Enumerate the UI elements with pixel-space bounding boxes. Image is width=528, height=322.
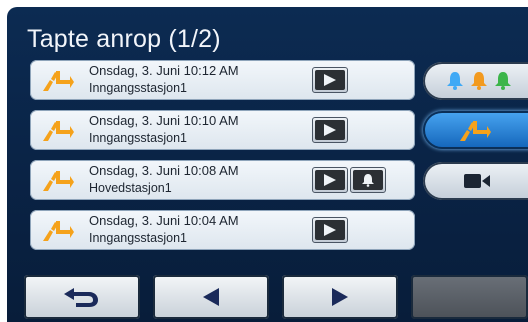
- missed-call-icon: [460, 121, 491, 141]
- call-row[interactable]: Onsdag, 3. Juni 10:08 AM Hovedstasjon1: [30, 160, 415, 200]
- call-station: Inngangsstasjon1: [89, 131, 187, 145]
- triangle-right-icon: [332, 288, 348, 306]
- next-page-button[interactable]: [282, 275, 398, 319]
- play-icon: [324, 174, 336, 186]
- return-arrow-icon: [64, 288, 98, 307]
- video-camera-icon: [464, 174, 490, 188]
- missed-call-icon: [43, 171, 74, 191]
- blank-button: [411, 275, 528, 319]
- triangle-left-icon: [203, 288, 219, 306]
- intercom-screen: Tapte anrop (1/2) Onsdag, 3. Juni 10:12 …: [7, 7, 528, 322]
- play-button[interactable]: [312, 67, 348, 93]
- bell-icon: [362, 174, 374, 187]
- call-row[interactable]: Onsdag, 3. Juni 10:04 AM Inngangsstasjon…: [30, 210, 415, 250]
- call-date: Onsdag, 3. Juni 10:08 AM: [89, 163, 239, 178]
- play-button[interactable]: [312, 117, 348, 143]
- call-station: Hovedstasjon1: [89, 181, 172, 195]
- play-icon: [324, 74, 336, 86]
- call-date: Onsdag, 3. Juni 10:12 AM: [89, 63, 239, 78]
- bell-filter-button[interactable]: [423, 62, 528, 100]
- missed-call-icon: [43, 71, 74, 91]
- play-icon: [324, 124, 336, 136]
- video-button[interactable]: [423, 162, 528, 200]
- call-row[interactable]: Onsdag, 3. Juni 10:10 AM Inngangsstasjon…: [30, 110, 415, 150]
- missed-call-icon: [43, 121, 74, 141]
- missed-call-filter-button[interactable]: [423, 111, 528, 149]
- call-station: Inngangsstasjon1: [89, 231, 187, 245]
- back-button[interactable]: [24, 275, 140, 319]
- play-icon: [324, 224, 336, 236]
- previous-page-button[interactable]: [153, 275, 269, 319]
- call-date: Onsdag, 3. Juni 10:10 AM: [89, 113, 239, 128]
- call-row[interactable]: Onsdag, 3. Juni 10:12 AM Inngangsstasjon…: [30, 60, 415, 100]
- tricolor-bells-icon: [447, 72, 511, 90]
- play-button[interactable]: [312, 217, 348, 243]
- missed-call-icon: [43, 221, 74, 241]
- call-date: Onsdag, 3. Juni 10:04 AM: [89, 213, 239, 228]
- call-station: Inngangsstasjon1: [89, 81, 187, 95]
- play-button[interactable]: [312, 167, 348, 193]
- bell-button[interactable]: [350, 167, 386, 193]
- page-title: Tapte anrop (1/2): [27, 25, 221, 53]
